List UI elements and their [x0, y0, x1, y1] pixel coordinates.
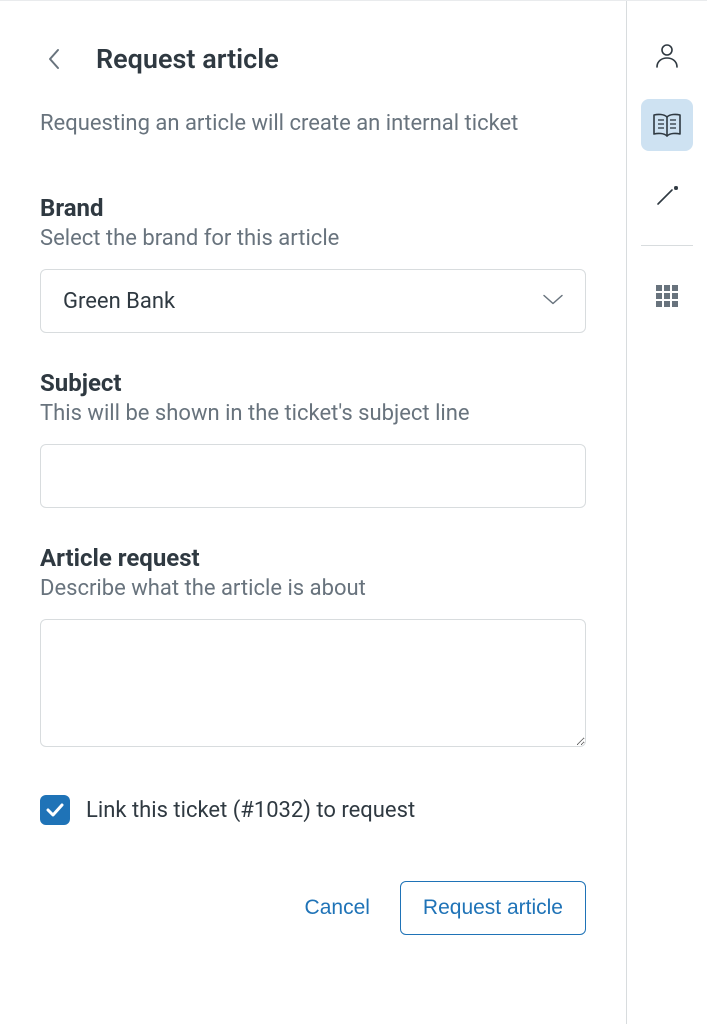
side-rail [627, 1, 707, 1024]
apps-grid-icon [655, 284, 679, 308]
brand-selected-value: Green Bank [63, 289, 175, 314]
brand-select[interactable]: Green Bank [40, 269, 586, 333]
subject-label: Subject [40, 369, 586, 397]
brand-select-wrap: Green Bank [40, 269, 586, 333]
intro-text: Requesting an article will create an int… [40, 111, 586, 136]
panel-header: Request article [40, 43, 586, 75]
link-ticket-label: Link this ticket (#1032) to request [86, 798, 415, 823]
brand-label: Brand [40, 194, 586, 222]
side-rail-profile[interactable] [641, 29, 693, 81]
link-ticket-checkbox[interactable] [40, 795, 70, 825]
page-title: Request article [96, 43, 279, 75]
article-request-help: Describe what the article is about [40, 576, 586, 601]
article-request-field-group: Article request Describe what the articl… [40, 544, 586, 751]
side-rail-knowledge[interactable] [641, 99, 693, 151]
magic-wand-icon [652, 180, 682, 210]
check-icon [46, 803, 64, 817]
profile-icon [653, 41, 681, 69]
actions-row: Cancel Request article [40, 881, 586, 935]
link-ticket-row: Link this ticket (#1032) to request [40, 795, 586, 825]
back-button[interactable] [40, 45, 68, 73]
request-article-button[interactable]: Request article [400, 881, 586, 935]
brand-field-group: Brand Select the brand for this article … [40, 194, 586, 333]
side-rail-apps[interactable] [641, 270, 693, 322]
subject-help: This will be shown in the ticket's subje… [40, 401, 586, 426]
side-rail-divider [641, 245, 693, 246]
subject-field-group: Subject This will be shown in the ticket… [40, 369, 586, 508]
subject-input[interactable] [40, 444, 586, 508]
article-request-label: Article request [40, 544, 586, 572]
article-request-textarea[interactable] [40, 619, 586, 747]
cancel-button[interactable]: Cancel [305, 896, 370, 920]
chevron-left-icon [47, 48, 61, 70]
book-open-icon [652, 112, 682, 138]
side-rail-magic[interactable] [641, 169, 693, 221]
request-article-panel: Request article Requesting an article wi… [0, 1, 627, 1024]
brand-help: Select the brand for this article [40, 226, 586, 251]
